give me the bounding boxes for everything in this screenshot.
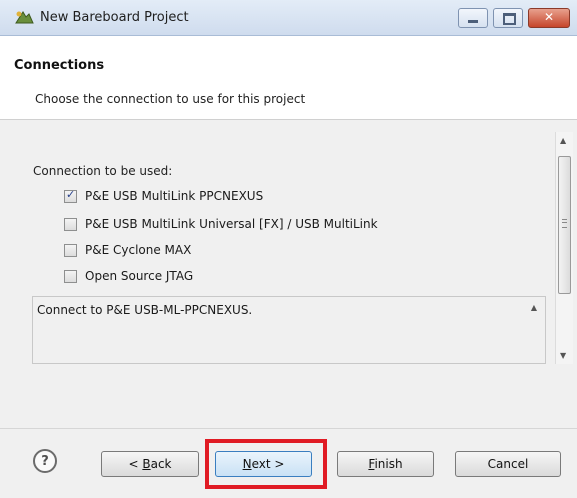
- checkbox[interactable]: [64, 269, 77, 283]
- option-label: Open Source JTAG: [85, 269, 194, 283]
- scroll-up-icon[interactable]: ▲: [560, 136, 566, 145]
- scrollbar-thumb[interactable]: [558, 156, 571, 294]
- cancel-button[interactable]: Cancel: [455, 451, 561, 477]
- checkbox[interactable]: [64, 217, 77, 231]
- scroll-up-icon[interactable]: ▲: [531, 303, 537, 312]
- next-mnemonic: N: [242, 457, 252, 471]
- option-label: P&E USB MultiLink Universal [FX] / USB M…: [85, 217, 378, 231]
- connection-description: Connect to P&E USB-ML-PPCNEXUS.: [37, 303, 253, 317]
- maximize-button[interactable]: [493, 8, 523, 28]
- page-title: Connections: [14, 58, 105, 73]
- wizard-footer: ? < Back Next > Finish Cancel: [0, 428, 577, 498]
- close-button[interactable]: [528, 8, 570, 28]
- option-label: P&E Cyclone MAX: [85, 243, 192, 257]
- next-rest: ext >: [251, 457, 285, 471]
- help-button[interactable]: ?: [33, 449, 57, 473]
- wizard-content: Connection to be used: P&E USB MultiLink…: [0, 120, 577, 428]
- connection-label: Connection to be used:: [33, 164, 173, 178]
- connection-description-box[interactable]: Connect to P&E USB-ML-PPCNEXUS. ▲: [32, 296, 546, 364]
- grip-icon: [562, 219, 567, 228]
- next-button[interactable]: Next >: [215, 451, 312, 477]
- connection-option-ppcnexus[interactable]: P&E USB MultiLink PPCNEXUS: [64, 186, 263, 206]
- window-title: New Bareboard Project: [40, 10, 189, 25]
- connection-option-cyclone[interactable]: P&E Cyclone MAX: [64, 240, 191, 260]
- vertical-scrollbar[interactable]: ▲ ▼: [555, 132, 573, 364]
- project-icon: [14, 9, 34, 27]
- scroll-down-icon[interactable]: ▼: [560, 351, 566, 360]
- minimize-button[interactable]: [458, 8, 488, 28]
- finish-button[interactable]: Finish: [337, 451, 434, 477]
- back-rest: ack: [150, 457, 172, 471]
- back-prefix: <: [128, 457, 143, 471]
- option-label: P&E USB MultiLink PPCNEXUS: [85, 189, 264, 203]
- checkbox[interactable]: [64, 243, 77, 257]
- wizard-header: Connections Choose the connection to use…: [0, 36, 577, 120]
- finish-rest: inish: [374, 457, 403, 471]
- connection-option-universal[interactable]: P&E USB MultiLink Universal [FX] / USB M…: [64, 214, 378, 234]
- question-mark-icon: ?: [41, 453, 49, 469]
- back-mnemonic: B: [142, 457, 151, 471]
- title-bar: New Bareboard Project: [0, 0, 577, 36]
- page-description: Choose the connection to use for this pr…: [35, 92, 306, 106]
- connection-option-jtag[interactable]: Open Source JTAG: [64, 266, 193, 286]
- back-button[interactable]: < Back: [101, 451, 199, 477]
- checkbox[interactable]: [64, 188, 77, 203]
